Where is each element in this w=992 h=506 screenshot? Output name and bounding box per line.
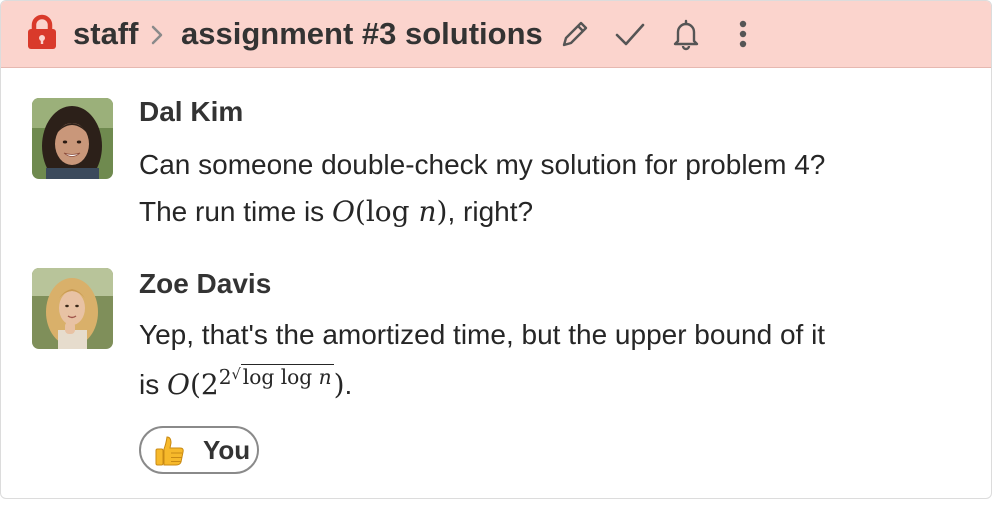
thumbs-up-icon xyxy=(155,436,184,466)
message-view: staff assignment #3 solutions Dal Kim Ca… xyxy=(0,0,992,499)
pencil-icon[interactable] xyxy=(558,17,592,51)
avatar[interactable] xyxy=(32,98,113,179)
message-text: Can someone double-check my solution for… xyxy=(139,149,826,180)
message-text: Yep, that's the amortized time, but the … xyxy=(139,319,826,350)
topic-header: staff assignment #3 solutions xyxy=(1,1,991,68)
avatar[interactable] xyxy=(32,268,113,349)
bell-icon[interactable] xyxy=(669,17,703,51)
math-expression: O(log n) xyxy=(331,195,448,228)
math-expression: O(22√log log n) xyxy=(167,363,345,401)
message-text: is O(22√log log n). xyxy=(139,363,353,401)
chevron-right-icon xyxy=(151,25,163,45)
sender-name[interactable]: Dal Kim xyxy=(139,96,243,128)
stream-name[interactable]: staff xyxy=(73,14,138,54)
lock-icon xyxy=(28,14,56,49)
more-vertical-icon[interactable] xyxy=(726,17,760,51)
message-text: The run time is O(log n), right? xyxy=(139,195,534,228)
checkmark-icon[interactable] xyxy=(613,17,647,51)
sender-name[interactable]: Zoe Davis xyxy=(139,268,271,300)
reaction-label: You xyxy=(203,435,251,465)
topic-name[interactable]: assignment #3 solutions xyxy=(181,14,543,54)
reaction-button[interactable]: You xyxy=(139,426,259,474)
